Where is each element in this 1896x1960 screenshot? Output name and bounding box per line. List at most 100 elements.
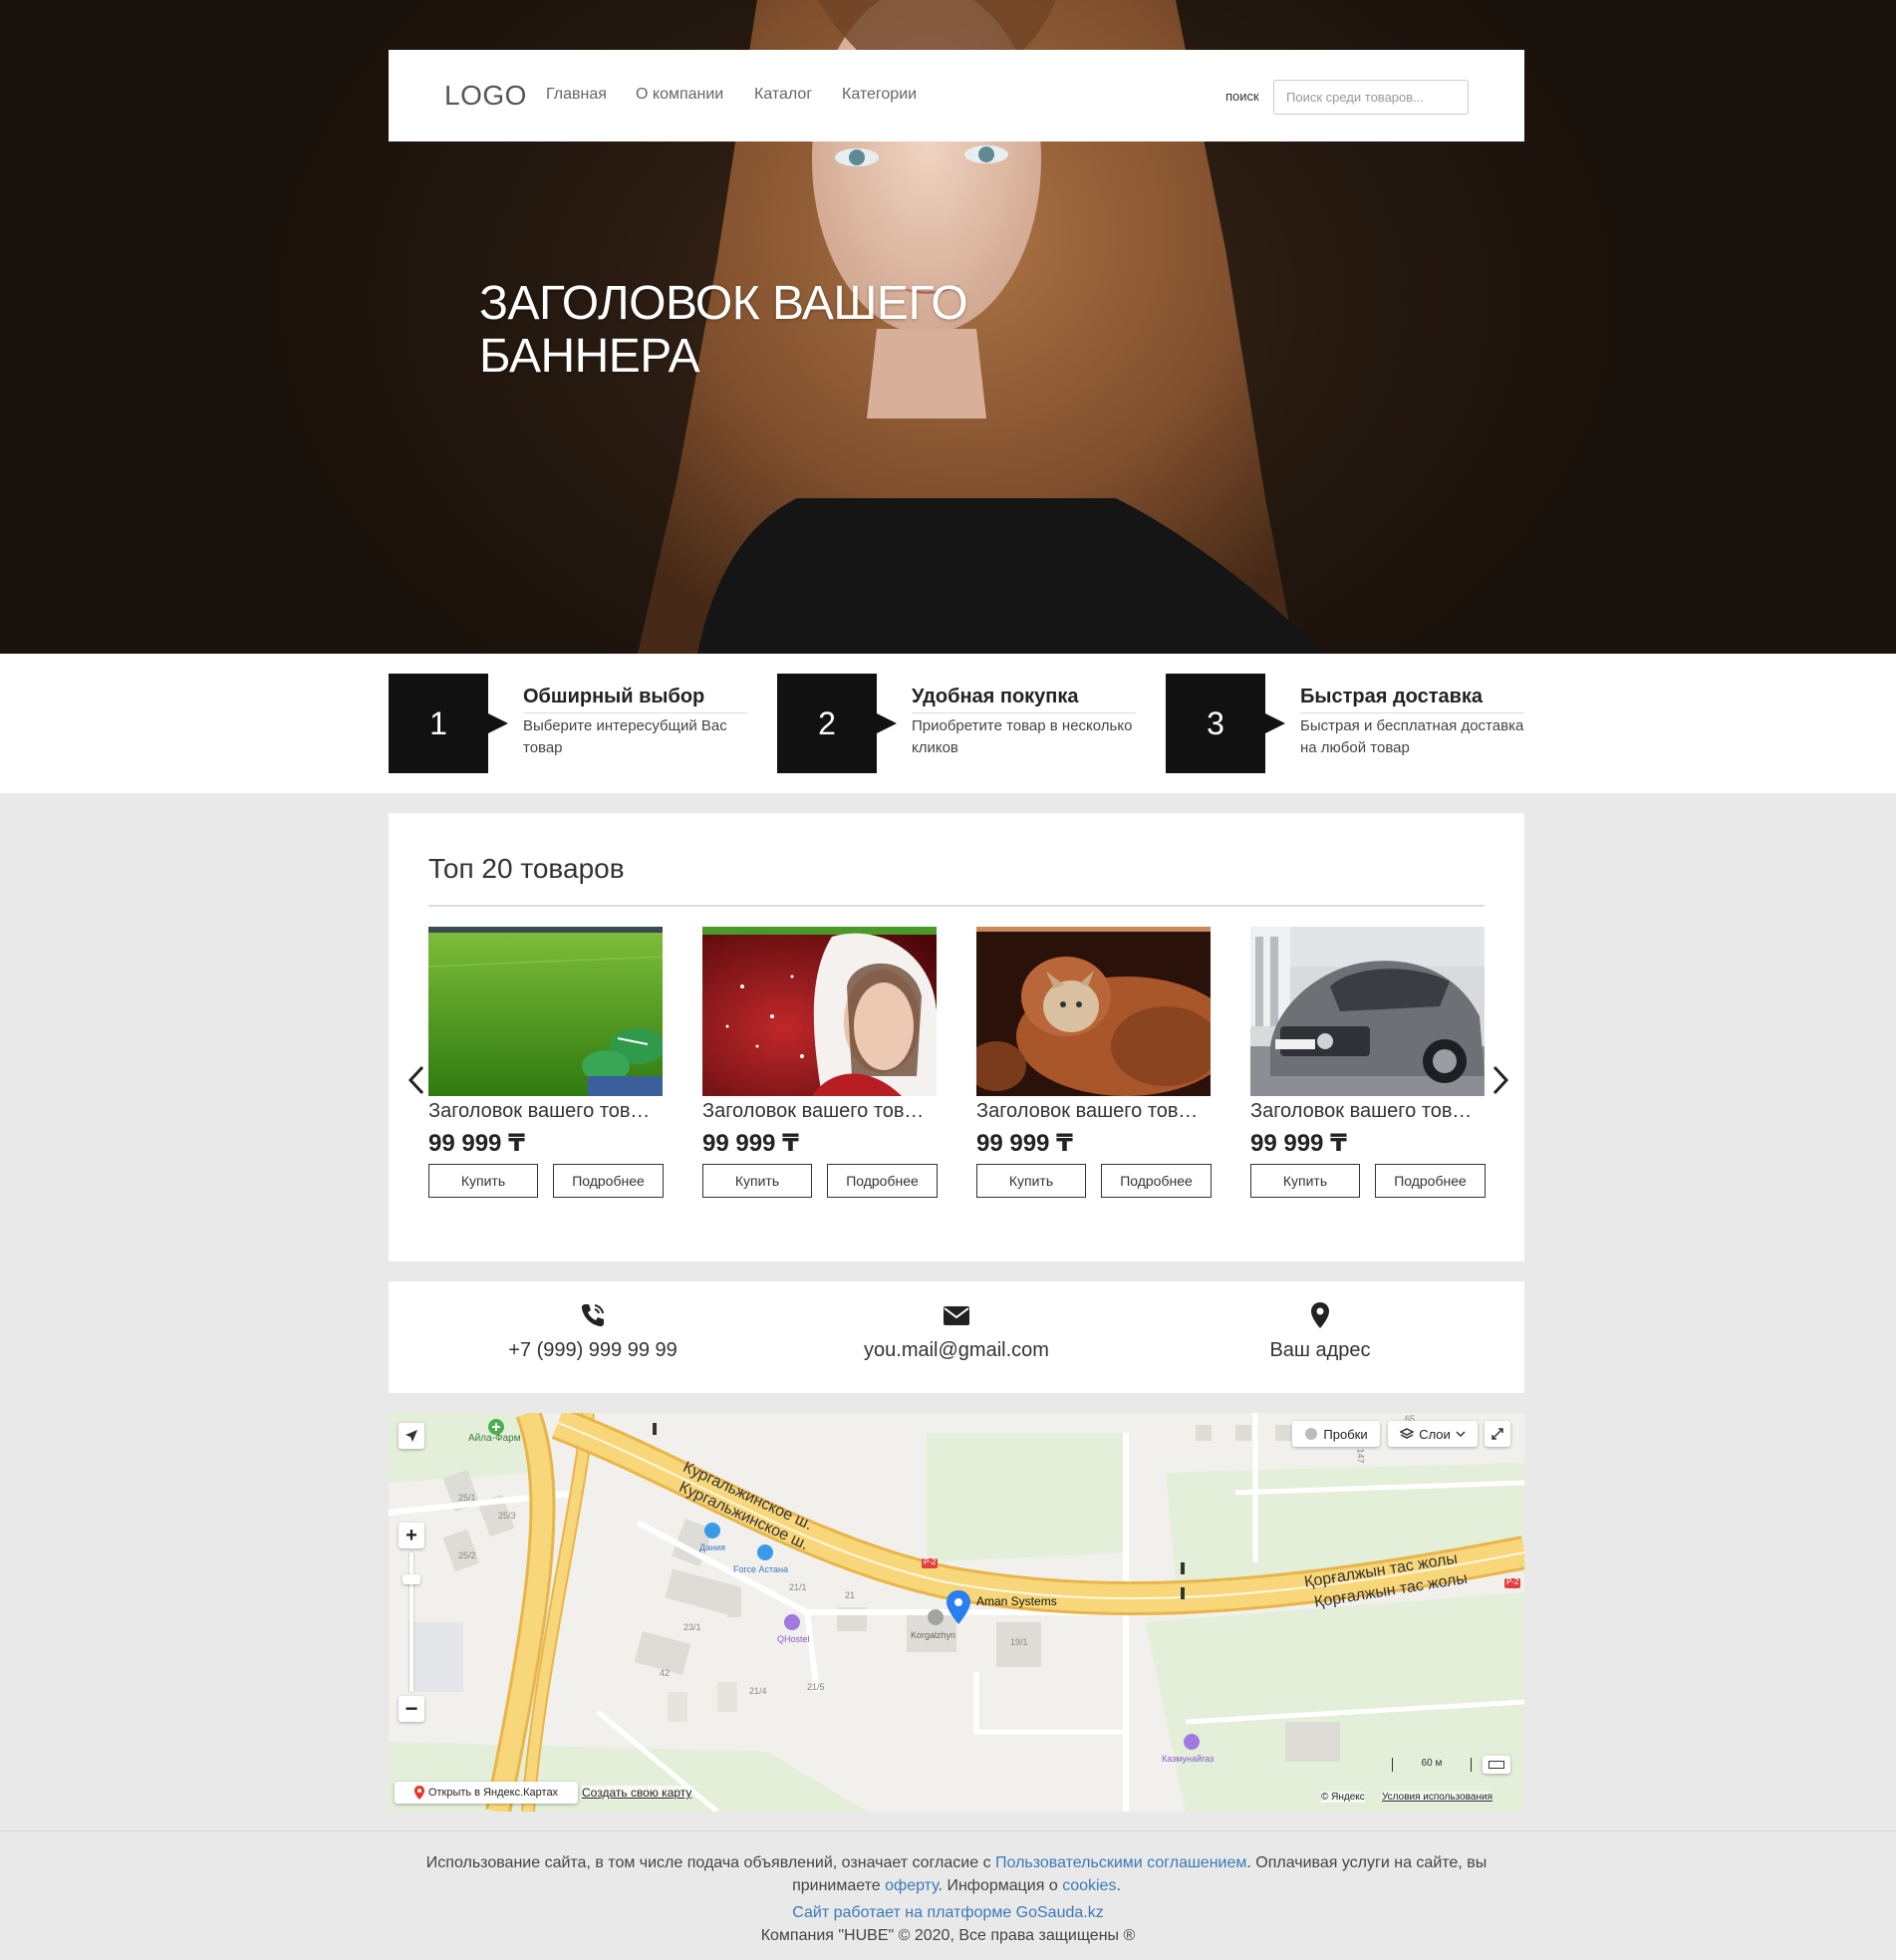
feature-item: 1 Обширный выбор Выберите интересубщий В… (389, 674, 747, 773)
buy-button[interactable]: Купить (428, 1164, 538, 1198)
yandex-copyright: © Яндекс (1321, 1792, 1365, 1803)
contacts-section: +7 (999) 999 99 99 you.mail@gmail.com Ва… (389, 1281, 1524, 1393)
house-number: 25/3 (498, 1511, 516, 1521)
feature-number: 3 (1166, 674, 1285, 773)
feature-item: 3 Быстрая доставка Быстрая и бесплатная … (1166, 674, 1524, 773)
search-label: поиск (1225, 89, 1259, 104)
product-image[interactable] (702, 927, 937, 1096)
platform-link[interactable]: Сайт работает на платформе GoSauda.kz (0, 1904, 1896, 1922)
zoom-in-icon[interactable]: + (399, 1523, 424, 1548)
create-map-link[interactable]: Создать свою карту (582, 1786, 692, 1800)
product-actions: Купить Подробнее (428, 1164, 664, 1198)
layers-icon (1400, 1428, 1415, 1439)
house-number: 19/1 (1010, 1637, 1028, 1647)
open-in-yandex-label: Открыть в Яндекс.Картах (427, 1787, 559, 1799)
contact-phone: +7 (999) 999 99 99 (443, 1301, 742, 1362)
product-name[interactable]: Заголовок вашего товара (702, 1100, 932, 1123)
layers-label: Слои (1419, 1426, 1451, 1442)
zoom-out-icon[interactable]: − (399, 1696, 424, 1722)
offer-link[interactable]: оферту (885, 1877, 938, 1894)
product-actions: Купить Подробнее (702, 1164, 938, 1198)
feature-description: Приобретите товар в несколько кликов (912, 717, 1133, 756)
top-products-section: Топ 20 товаров Заголовок вашего товара 9… (389, 813, 1524, 1261)
feature-description: Выберите интересубщий Вас товар (523, 717, 727, 756)
hero-banner: LOGO Главная О компании Каталог Категори… (0, 0, 1896, 654)
map-road-number: Р-2 (1506, 1577, 1519, 1586)
map-pin-icon (413, 1786, 424, 1800)
product-name[interactable]: Заголовок вашего товара (976, 1100, 1206, 1123)
chevron-left-icon[interactable] (405, 1062, 428, 1098)
chevron-right-icon[interactable] (1489, 1062, 1512, 1098)
geolocation-icon[interactable] (399, 1423, 424, 1449)
ruler-icon[interactable] (1483, 1756, 1510, 1774)
nav-about[interactable]: О компании (636, 86, 723, 104)
house-number: 25/2 (458, 1550, 476, 1560)
product-card: Заголовок вашего товара 99 999 ₸ Купить … (976, 927, 1212, 1198)
product-image[interactable] (976, 927, 1211, 1096)
layers-button[interactable]: Слои (1388, 1421, 1478, 1447)
product-actions: Купить Подробнее (976, 1164, 1212, 1198)
buy-button[interactable]: Купить (702, 1164, 812, 1198)
search-input[interactable] (1273, 80, 1469, 115)
house-number: 147 (1355, 1448, 1366, 1464)
house-number: 21/5 (807, 1682, 825, 1692)
house-number: 21/4 (749, 1686, 767, 1696)
divider (428, 905, 1485, 907)
traffic-icon (1305, 1428, 1318, 1440)
scale-label: 60 м (1421, 1758, 1443, 1769)
zoom-slider[interactable] (409, 1552, 413, 1692)
map-poi-label: QHostel (777, 1634, 810, 1644)
product-price: 99 999 ₸ (1250, 1130, 1347, 1157)
feature-title: Быстрая доставка (1300, 686, 1524, 713)
buy-button[interactable]: Купить (1250, 1164, 1360, 1198)
open-in-yandex-button[interactable]: Открыть в Яндекс.Картах (395, 1782, 578, 1804)
navbar: LOGO Главная О компании Каталог Категори… (389, 50, 1524, 141)
contact-email: you.mail@gmail.com (807, 1301, 1106, 1362)
email-address[interactable]: you.mail@gmail.com (807, 1339, 1106, 1362)
product-image[interactable] (428, 927, 663, 1096)
logo[interactable]: LOGO (444, 80, 527, 112)
nav-home[interactable]: Главная (546, 86, 607, 104)
fullscreen-icon[interactable] (1485, 1421, 1510, 1447)
traffic-button[interactable]: Пробки (1292, 1421, 1380, 1447)
footer-divider (0, 1830, 1896, 1831)
buy-button[interactable]: Купить (976, 1164, 1086, 1198)
feature-number: 2 (777, 674, 897, 773)
details-button[interactable]: Подробнее (553, 1164, 664, 1198)
footer-copyright: Компания "HUBE" © 2020, Все права защище… (760, 1927, 1136, 1944)
feature-item: 2 Удобная покупка Приобретите товар в не… (777, 674, 1136, 773)
product-actions: Купить Подробнее (1250, 1164, 1486, 1198)
hero-title: ЗАГОЛОВОК ВАШЕГО БАННЕРА (479, 277, 968, 383)
terms-link[interactable]: Условия использования (1382, 1792, 1492, 1803)
map-canvas[interactable] (389, 1413, 1524, 1812)
product-image[interactable] (1250, 927, 1485, 1096)
nav-catalog[interactable]: Каталог (754, 86, 812, 104)
traffic-label: Пробки (1323, 1426, 1368, 1442)
house-number: 25/1 (458, 1493, 476, 1503)
map-poi-label: Айла-Фарм (468, 1433, 521, 1444)
product-name[interactable]: Заголовок вашего товара (1250, 1100, 1480, 1123)
map-poi-label: Дания (699, 1542, 725, 1552)
product-price: 99 999 ₸ (428, 1130, 525, 1157)
yandex-map[interactable]: Айла-Фарм Дания Force Астана QHostel Kor… (389, 1413, 1524, 1812)
feature-description: Быстрая и бесплатная доставка на любой т… (1300, 717, 1524, 756)
envelope-icon (944, 1306, 969, 1325)
phone-number[interactable]: +7 (999) 999 99 99 (443, 1339, 742, 1362)
details-button[interactable]: Подробнее (1375, 1164, 1486, 1198)
cookies-link[interactable]: cookies (1062, 1877, 1116, 1894)
user-agreement-link[interactable]: Пользовательскими соглашением (995, 1854, 1246, 1871)
feature-number: 1 (389, 674, 508, 773)
house-number: 42 (660, 1668, 671, 1678)
details-button[interactable]: Подробнее (827, 1164, 938, 1198)
map-poi-label: Казмунайгаз (1162, 1754, 1215, 1764)
nav-categories[interactable]: Категории (842, 86, 917, 104)
house-number: 21/1 (789, 1582, 807, 1592)
house-number: 23/1 (683, 1622, 701, 1632)
zoom-handle-icon[interactable] (403, 1574, 420, 1584)
product-name[interactable]: Заголовок вашего товара (428, 1100, 658, 1123)
map-pin-label[interactable]: Aman Systems (976, 1594, 1057, 1608)
footer-text-part: Использование сайта, в том числе подача … (425, 1854, 996, 1871)
details-button[interactable]: Подробнее (1101, 1164, 1212, 1198)
chevron-down-icon (1456, 1431, 1466, 1438)
contact-address: Ваш адрес (1171, 1301, 1470, 1362)
